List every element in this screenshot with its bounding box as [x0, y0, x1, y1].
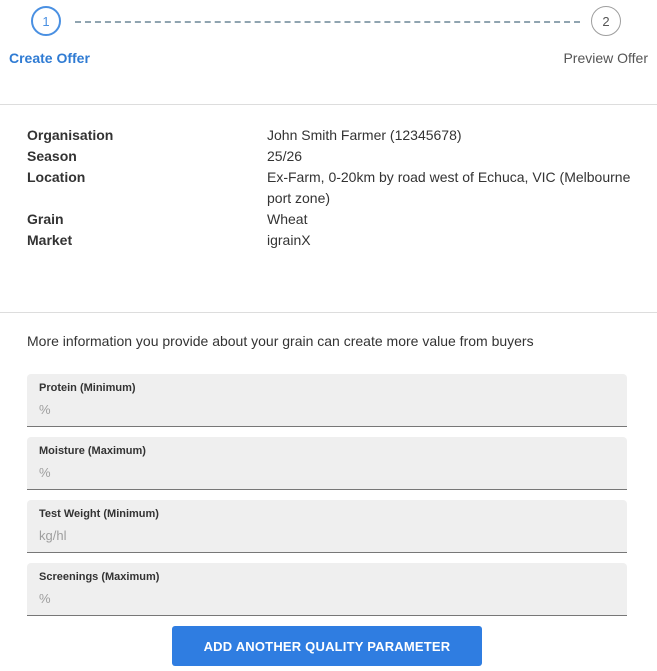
moisture-field[interactable]: Moisture (Maximum): [27, 437, 627, 490]
stepper: 1 2 Create Offer Preview Offer: [0, 0, 657, 105]
summary-value: igrainX: [267, 232, 311, 248]
test-weight-field[interactable]: Test Weight (Minimum): [27, 500, 627, 553]
add-quality-parameter-button[interactable]: ADD ANOTHER QUALITY PARAMETER: [172, 626, 482, 666]
test-weight-field-label: Test Weight (Minimum): [39, 508, 159, 520]
summary-value: John Smith Farmer (12345678): [267, 127, 462, 143]
screenings-field[interactable]: Screenings (Maximum): [27, 563, 627, 616]
screenings-field-label: Screenings (Maximum): [39, 571, 160, 583]
summary-key: Season: [27, 148, 77, 164]
summary-value: 25/26: [267, 148, 303, 164]
summary-key: Organisation: [27, 127, 114, 143]
step-1-label[interactable]: Create Offer: [9, 50, 90, 66]
protein-field[interactable]: Protein (Minimum): [27, 374, 627, 427]
step-2-indicator[interactable]: 2: [591, 6, 621, 36]
summary-value: Wheat: [267, 211, 308, 227]
protein-field-label: Protein (Minimum): [39, 382, 136, 394]
offer-summary: Organisation John Smith Farmer (12345678…: [0, 105, 657, 313]
step-1-indicator[interactable]: 1: [31, 6, 61, 36]
screenings-input[interactable]: [39, 588, 609, 608]
summary-key: Grain: [27, 211, 64, 227]
test-weight-input[interactable]: [39, 525, 609, 545]
step-connector: [75, 21, 580, 23]
moisture-field-label: Moisture (Maximum): [39, 445, 146, 457]
summary-value: Ex-Farm, 0-20km by road west of Echuca, …: [267, 169, 631, 206]
quality-intro-text: More information you provide about your …: [27, 333, 534, 349]
protein-input[interactable]: [39, 399, 609, 419]
step-2-label[interactable]: Preview Offer: [563, 50, 648, 66]
summary-key: Market: [27, 232, 73, 248]
summary-key: Location: [27, 169, 86, 185]
moisture-input[interactable]: [39, 462, 609, 482]
